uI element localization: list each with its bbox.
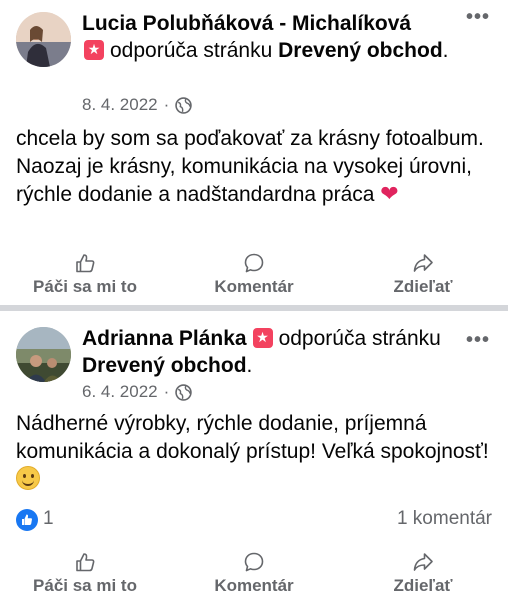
author-name[interactable]: Adrianna Plánka: [82, 327, 247, 350]
like-button[interactable]: Páči sa mi to: [0, 252, 170, 297]
page-name[interactable]: Drevený obchod: [278, 39, 443, 62]
reaction-count[interactable]: 1: [43, 508, 54, 530]
recommend-star-icon: ★: [252, 328, 273, 348]
comment-label: Komentár: [214, 277, 294, 296]
post-actions: Páči sa mi to Komentár Zdieľať: [0, 551, 508, 601]
heart-emoji: ❤: [380, 182, 399, 207]
globe-icon: [175, 383, 193, 401]
post-body-text: chcela by som sa poďakovať za krásny fot…: [16, 127, 484, 206]
avatar[interactable]: [16, 12, 71, 67]
avatar[interactable]: [16, 327, 71, 382]
trailing-period: .: [246, 354, 253, 377]
separator-dot: ·: [163, 382, 170, 401]
post-date[interactable]: 8. 4. 2022: [82, 95, 158, 115]
comment-count[interactable]: 1 komentár: [397, 508, 492, 530]
post-body-text: Nádherné výrobky, rýchle dodanie, príjem…: [16, 412, 489, 463]
globe-icon: [175, 96, 193, 114]
post-stats: 1 1 komentár: [16, 507, 492, 533]
post-meta: 8. 4. 2022 ·: [82, 95, 193, 115]
share-arrow-icon: [413, 553, 433, 571]
post-body: chcela by som sa poďakovať za krásny fot…: [16, 125, 496, 209]
post-date[interactable]: 6. 4. 2022: [82, 382, 158, 402]
share-arrow-icon: [413, 254, 433, 272]
more-options-button[interactable]: •••: [466, 329, 490, 352]
post-actions: Páči sa mi to Komentár Zdieľať: [0, 252, 508, 302]
comment-button[interactable]: Komentár: [169, 252, 339, 297]
avatar-photo: [16, 327, 71, 382]
post-body: Nádherné výrobky, rýchle dodanie, príjem…: [16, 410, 496, 494]
comment-button[interactable]: Komentár: [169, 551, 339, 596]
like-button[interactable]: Páči sa mi to: [0, 551, 170, 596]
more-options-button[interactable]: •••: [466, 6, 490, 29]
page-name[interactable]: Drevený obchod: [82, 354, 247, 377]
comment-bubble-icon: [244, 552, 264, 572]
like-reaction-glyph: [22, 514, 32, 525]
share-button[interactable]: Zdieľať: [338, 252, 508, 297]
author-name[interactable]: Lucia Polubňáková - Michalíková: [82, 12, 411, 35]
post-header: Lucia Polubňáková - Michalíková ★ odporúč…: [82, 10, 462, 64]
comment-label: Komentár: [214, 576, 294, 595]
share-label: Zdieľať: [393, 277, 453, 296]
smile-emoji: [16, 466, 40, 490]
recommendation-post: Adrianna Plánka ★ odporúča stránku Drevený…: [0, 311, 508, 600]
like-label: Páči sa mi to: [33, 576, 137, 595]
recommend-star-icon: ★: [84, 40, 104, 60]
like-label: Páči sa mi to: [33, 277, 137, 296]
post-header: Adrianna Plánka ★ odporúča stránku Drevený…: [82, 325, 442, 379]
separator-dot: ·: [163, 95, 170, 114]
thumbs-up-icon: [76, 553, 95, 572]
share-button[interactable]: Zdieľať: [338, 551, 508, 596]
recommendation-post: Lucia Polubňáková - Michalíková ★ odporúč…: [0, 0, 508, 305]
share-label: Zdieľať: [393, 576, 453, 595]
thumbs-up-icon: [76, 254, 95, 273]
post-meta: 6. 4. 2022 ·: [82, 382, 193, 402]
comment-bubble-icon: [244, 253, 264, 273]
recommend-text: odporúča stránku: [110, 39, 273, 62]
avatar-photo: [16, 12, 71, 67]
trailing-period: .: [442, 39, 449, 62]
like-reaction-icon[interactable]: [16, 509, 38, 531]
recommend-text: odporúča stránku: [278, 327, 441, 350]
